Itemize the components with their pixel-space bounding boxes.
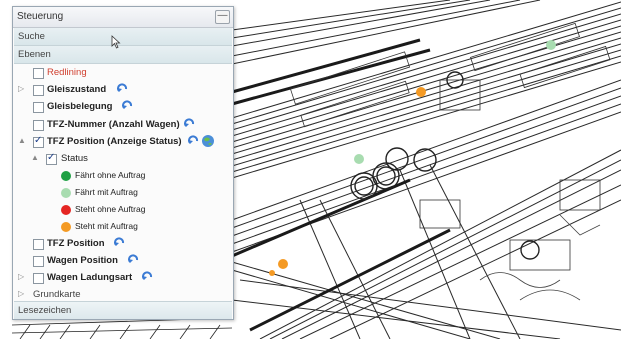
gleiszustand-label: Gleiszustand: [47, 84, 107, 95]
refresh-icon[interactable]: [187, 134, 201, 148]
minimize-button[interactable]: —: [215, 10, 230, 24]
tfz-position-label: TFZ Position: [47, 238, 105, 249]
light-green-dot-icon: [61, 188, 71, 198]
refresh-icon[interactable]: [141, 270, 155, 284]
grundkarte-label: Grundkarte: [33, 289, 81, 300]
orange-dot-icon: [61, 222, 71, 232]
tfz-position-status-checkbox[interactable]: [33, 135, 44, 148]
panel-title: Steuerung: [17, 11, 64, 22]
status-label: Status: [61, 153, 88, 164]
gleisbelegung-checkbox[interactable]: [33, 102, 44, 113]
green-dot-icon: [61, 171, 71, 181]
refresh-icon[interactable]: [113, 236, 127, 250]
chevron-right-icon[interactable]: ▷: [18, 84, 24, 93]
wagen-position-label: Wagen Position: [47, 255, 118, 266]
gleiszustand-checkbox[interactable]: [33, 85, 44, 96]
wagen-position-checkbox[interactable]: [33, 256, 44, 267]
layers-section-label: Ebenen: [18, 49, 51, 60]
panel-header: Steuerung —: [13, 7, 233, 28]
tfz-position-status-label: TFZ Position (Anzeige Status): [47, 136, 182, 147]
status-checkbox[interactable]: [46, 152, 57, 165]
legend-label: Steht ohne Auftrag: [75, 204, 146, 214]
tfz-position-checkbox[interactable]: [33, 239, 44, 250]
control-panel: Steuerung — Suche Ebenen Redlining ▷ Gle…: [12, 6, 234, 320]
wagen-ladungsart-label: Wagen Ladungsart: [47, 272, 133, 283]
redlining-checkbox[interactable]: [33, 68, 44, 79]
tfz-nummer-checkbox[interactable]: [33, 120, 44, 131]
legend-label: Steht mit Auftrag: [75, 221, 138, 231]
marker-green-1[interactable]: [546, 40, 556, 50]
legend-label: Fährt ohne Auftrag: [75, 170, 146, 180]
bookmarks-section-header[interactable]: Lesezeichen: [14, 301, 232, 319]
refresh-icon[interactable]: [127, 253, 141, 267]
marker-orange-3[interactable]: [269, 270, 275, 276]
marker-orange-1[interactable]: [416, 87, 426, 97]
chevron-right-icon[interactable]: ▷: [18, 272, 24, 281]
bookmarks-section-label: Lesezeichen: [18, 305, 72, 316]
chevron-down-icon[interactable]: ▲: [18, 136, 26, 145]
layers-section-header[interactable]: Ebenen: [14, 46, 232, 64]
wagen-ladungsart-checkbox[interactable]: [33, 273, 44, 284]
tfz-nummer-label: TFZ-Nummer (Anzahl Wagen): [47, 119, 180, 130]
refresh-icon[interactable]: [121, 99, 135, 113]
search-section-header[interactable]: Suche: [14, 28, 232, 46]
gleisbelegung-label: Gleisbelegung: [47, 101, 113, 112]
refresh-icon[interactable]: [183, 117, 197, 131]
search-section-label: Suche: [18, 31, 45, 42]
marker-orange-2[interactable]: [278, 259, 288, 269]
legend-label: Fährt mit Auftrag: [75, 187, 138, 197]
chevron-down-icon[interactable]: ▲: [31, 153, 39, 162]
cursor-icon: [111, 35, 121, 49]
marker-green-2[interactable]: [354, 154, 364, 164]
globe-icon[interactable]: [201, 134, 215, 148]
chevron-right-icon[interactable]: ▷: [18, 289, 24, 298]
red-dot-icon: [61, 205, 71, 215]
refresh-icon[interactable]: [116, 82, 130, 96]
redlining-label: Redlining: [47, 67, 87, 78]
